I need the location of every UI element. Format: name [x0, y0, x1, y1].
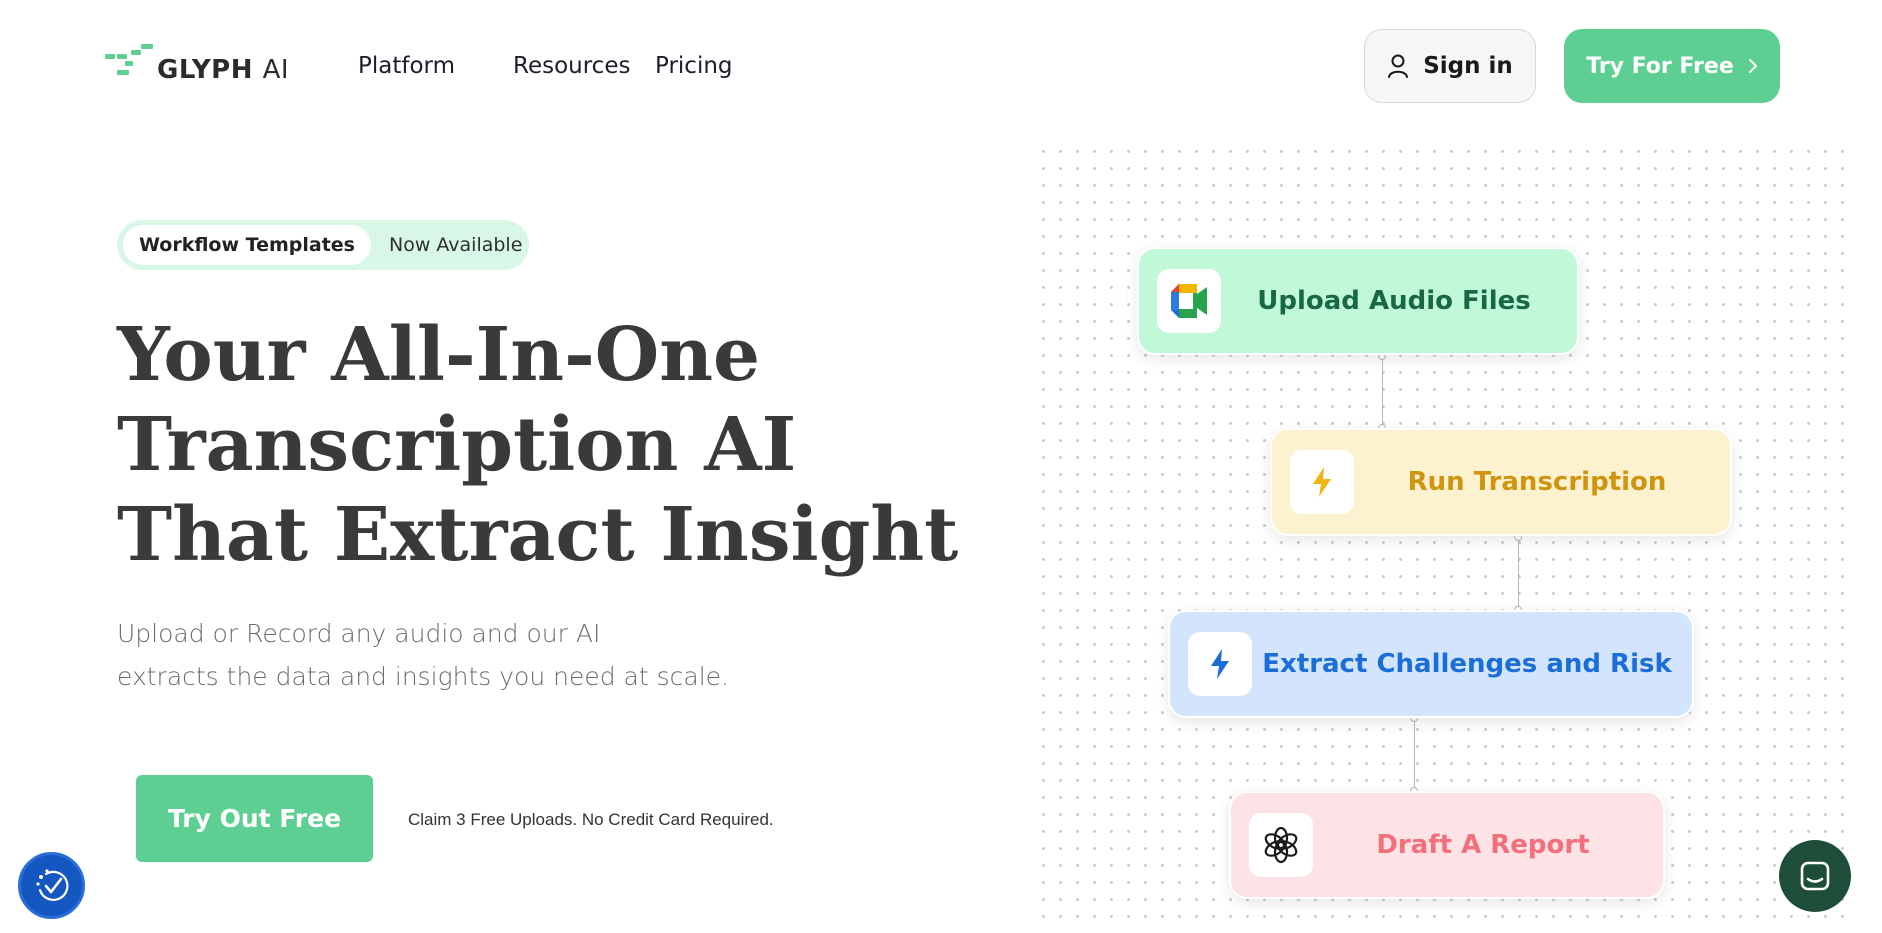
- user-icon: [1388, 54, 1409, 78]
- workflow-step-extract[interactable]: Extract Challenges and Risk: [1168, 610, 1694, 718]
- logo[interactable]: GLYPH AI: [103, 40, 289, 86]
- logo-suffix: AI: [262, 55, 290, 85]
- badge-pill: Workflow Templates: [123, 225, 371, 265]
- google-meet-icon: [1157, 269, 1221, 333]
- hero-subtext: Upload or Record any audio and our AI ex…: [117, 612, 797, 698]
- try-for-free-label: Try For Free: [1586, 53, 1734, 79]
- workflow-step-report[interactable]: Draft A Report: [1229, 791, 1665, 899]
- headline-line-2: Transcription AI: [117, 402, 797, 488]
- headline-line-1: Your All-In-One: [117, 312, 761, 398]
- logo-text: GLYPH AI: [157, 55, 289, 85]
- accessibility-icon: [35, 868, 68, 901]
- workflow-step-label: Run Transcription: [1407, 467, 1667, 497]
- openai-icon: [1249, 813, 1313, 877]
- workflow-step-label: Draft A Report: [1376, 830, 1590, 860]
- nav-platform[interactable]: Platform: [358, 48, 513, 84]
- logo-mark-icon: [103, 42, 155, 84]
- main-nav: Platform Resources Pricing: [358, 48, 733, 84]
- lightning-icon: [1290, 450, 1354, 514]
- chevron-right-icon: [1748, 59, 1757, 73]
- try-for-free-button[interactable]: Try For Free: [1564, 29, 1780, 103]
- accessibility-button[interactable]: [18, 852, 85, 919]
- sign-in-label: Sign in: [1423, 53, 1513, 79]
- subtext-line-1: Upload or Record any audio and our AI: [117, 619, 601, 648]
- connector-1: [1382, 356, 1383, 428]
- cta-note: Claim 3 Free Uploads. No Credit Card Req…: [408, 810, 774, 829]
- workflow-step-upload[interactable]: Upload Audio Files: [1137, 247, 1579, 355]
- subtext-line-2: extracts the data and insights you need …: [117, 662, 729, 691]
- logo-brand: GLYPH: [157, 55, 254, 85]
- lightning-icon: [1188, 632, 1252, 696]
- connector-2: [1518, 537, 1519, 610]
- badge-text: Now Available: [388, 234, 523, 256]
- headline-line-3: That Extract Insight: [117, 492, 959, 578]
- nav-pricing[interactable]: Pricing: [655, 48, 733, 84]
- hero-headline: Your All-In-One Transcription AI That Ex…: [117, 310, 959, 580]
- sign-in-button[interactable]: Sign in: [1364, 29, 1536, 103]
- nav-resources[interactable]: Resources: [513, 48, 655, 84]
- chat-button[interactable]: [1779, 840, 1851, 912]
- workflow-step-transcription[interactable]: Run Transcription: [1270, 428, 1732, 536]
- workflow-step-label: Extract Challenges and Risk: [1262, 649, 1672, 679]
- connector-3: [1414, 718, 1415, 791]
- try-out-free-button[interactable]: Try Out Free: [136, 775, 373, 862]
- chat-icon: [1800, 861, 1830, 891]
- workflow-step-label: Upload Audio Files: [1257, 286, 1531, 316]
- announcement-badge[interactable]: Workflow Templates Now Available: [117, 220, 529, 270]
